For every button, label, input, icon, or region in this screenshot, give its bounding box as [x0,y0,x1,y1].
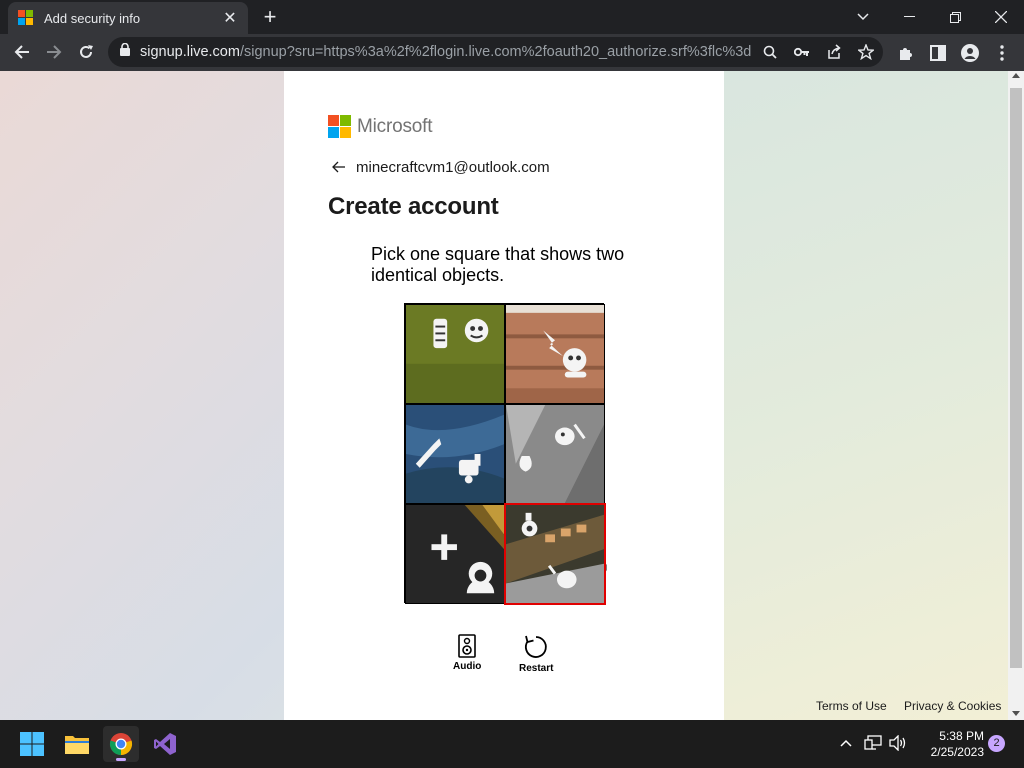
restart-icon [525,635,547,658]
extensions-puzzle-icon[interactable] [896,43,916,63]
captcha-tile-1[interactable] [405,304,505,404]
notification-badge[interactable]: 2 [988,735,1005,752]
show-hidden-icons-chevron-icon[interactable] [835,732,857,754]
close-window-button[interactable] [978,0,1024,34]
speaker-icon [458,634,476,658]
browser-tab[interactable]: Add security info ✕ [8,2,248,34]
chrome-taskbar-button[interactable] [103,726,139,762]
captcha-tile-3[interactable] [405,404,505,504]
folder-icon [65,736,89,754]
address-bar[interactable]: signup.live.com/signup?sru=https%3a%2f%2… [108,37,883,67]
terms-of-use-link[interactable]: Terms of Use [816,699,887,713]
visual-studio-icon [154,733,176,755]
bookmark-star-icon[interactable] [856,43,876,61]
minimize-button[interactable] [886,0,932,34]
audio-challenge-button[interactable]: Audio [453,634,481,672]
scroll-thumb[interactable] [1010,88,1022,668]
volume-speaker-icon[interactable] [887,732,909,754]
microsoft-favicon-icon [18,10,34,26]
file-explorer-button[interactable] [59,726,95,762]
tab-title: Add security info [44,10,141,26]
side-panel-icon[interactable] [928,43,948,63]
profile-avatar-icon[interactable] [960,43,980,63]
captcha-tile-4[interactable] [505,404,605,504]
page-scrollbar[interactable] [1008,71,1024,720]
signup-card: Microsoft minecraftcvm1@outlook.com Crea… [284,71,724,720]
tab-search-button[interactable] [840,0,886,34]
restart-label: Restart [519,663,554,674]
microsoft-logo: Microsoft [328,115,432,138]
share-icon[interactable] [824,43,844,61]
lock-icon[interactable] [120,42,130,61]
microsoft-squares-icon [328,115,351,138]
close-tab-icon[interactable]: ✕ [222,8,238,28]
identity-banner: minecraftcvm1@outlook.com [332,159,550,176]
windows-start-button[interactable] [14,726,50,762]
password-key-icon[interactable] [792,43,812,61]
identity-email: minecraftcvm1@outlook.com [356,159,550,176]
page-viewport: Microsoft minecraftcvm1@outlook.com Crea… [0,71,1008,720]
back-arrow-icon[interactable] [332,160,348,176]
browser-tabstrip: Add security info ✕ + [0,0,1024,34]
windows-taskbar: 5:38 PM 2/25/2023 2 [0,720,1024,768]
system-clock[interactable]: 5:38 PM 2/25/2023 [912,728,984,760]
scroll-down-arrow-icon[interactable] [1012,711,1020,716]
kebab-menu-icon[interactable] [992,43,1012,63]
captcha-grid [404,303,606,605]
chrome-icon [109,733,133,756]
clock-time: 5:38 PM [939,729,984,743]
privacy-cookies-link[interactable]: Privacy & Cookies [904,699,1001,713]
windows-logo-icon [20,732,44,756]
captcha-tile-5[interactable] [405,504,505,604]
visual-studio-button[interactable] [147,726,183,762]
captcha-tile-2[interactable] [505,304,605,404]
captcha-tile-6[interactable] [504,503,606,605]
restore-button[interactable] [932,0,978,34]
forward-button[interactable] [40,38,68,66]
new-tab-button[interactable]: + [258,6,282,30]
zoom-search-icon[interactable] [760,43,780,61]
browser-toolbar: signup.live.com/signup?sru=https%3a%2f%2… [0,34,1024,71]
microsoft-wordmark: Microsoft [357,115,433,137]
captcha-instruction: Pick one square that shows two identical… [371,244,625,285]
audio-label: Audio [453,661,482,672]
restart-challenge-button[interactable]: Restart [519,634,553,674]
clock-date: 2/25/2023 [930,745,984,759]
reload-button[interactable] [72,38,100,66]
url-text[interactable]: signup.live.com/signup?sru=https%3a%2f%2… [140,44,752,60]
page-title: Create account [328,193,499,220]
network-icon[interactable] [862,732,884,754]
back-button[interactable] [8,38,36,66]
scroll-up-arrow-icon[interactable] [1012,73,1020,78]
